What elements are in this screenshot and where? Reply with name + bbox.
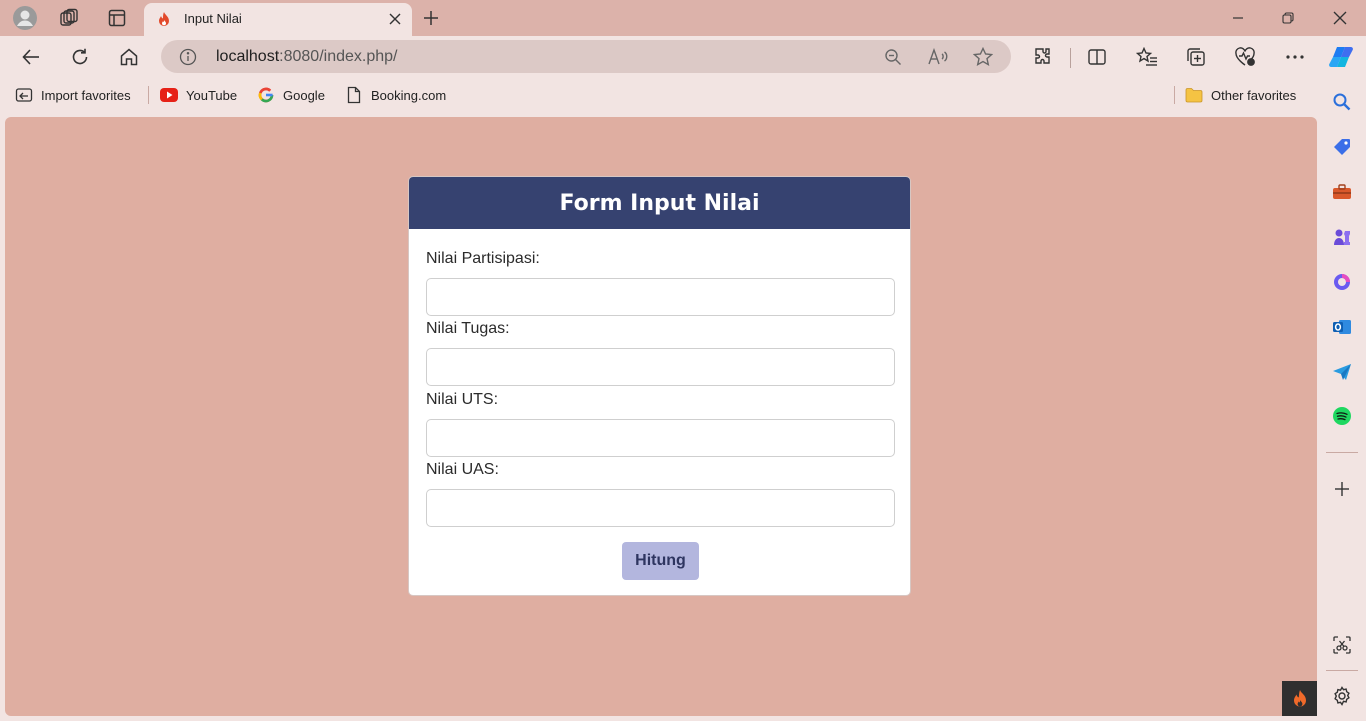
spotify-icon[interactable] bbox=[1330, 404, 1354, 428]
partisipasi-label: Nilai Partisipasi: bbox=[426, 250, 540, 267]
read-aloud-icon[interactable] bbox=[928, 47, 948, 67]
workspaces-icon[interactable] bbox=[53, 4, 85, 32]
zoom-out-icon[interactable] bbox=[883, 47, 903, 67]
bookmark-booking[interactable]: Booking.com bbox=[345, 85, 446, 105]
browser-title-bar: Input Nilai bbox=[0, 0, 1366, 36]
bookmark-other-favorites[interactable]: Other favorites bbox=[1185, 85, 1296, 105]
bookmarks-bar: Import favorites YouTube Google Booking.… bbox=[0, 78, 1318, 112]
shopping-tag-icon[interactable] bbox=[1330, 135, 1354, 159]
outlook-icon[interactable] bbox=[1330, 315, 1354, 339]
tugas-input[interactable] bbox=[426, 348, 895, 386]
tugas-label: Nilai Tugas: bbox=[426, 320, 510, 337]
new-tab-icon[interactable] bbox=[416, 4, 446, 32]
flame-favicon-icon bbox=[156, 11, 172, 27]
address-bar[interactable]: localhost:8080/index.php/ bbox=[161, 40, 1011, 73]
settings-gear-icon[interactable] bbox=[1330, 684, 1354, 708]
bookmark-google[interactable]: Google bbox=[257, 85, 325, 105]
tools-briefcase-icon[interactable] bbox=[1330, 180, 1354, 204]
bookmark-youtube[interactable]: YouTube bbox=[160, 85, 237, 105]
youtube-icon bbox=[160, 86, 178, 104]
games-chess-icon[interactable] bbox=[1330, 225, 1354, 249]
address-url[interactable]: localhost:8080/index.php/ bbox=[216, 48, 397, 66]
vertical-tabs-icon[interactable] bbox=[101, 4, 133, 32]
page-icon bbox=[345, 86, 363, 104]
folder-icon bbox=[1185, 86, 1203, 104]
bookmark-label: Other favorites bbox=[1211, 87, 1297, 103]
screenshot-tool-icon[interactable] bbox=[1330, 633, 1354, 657]
browser-essentials-icon[interactable] bbox=[1233, 45, 1257, 69]
uts-input[interactable] bbox=[426, 419, 895, 457]
toolbar-divider bbox=[1070, 48, 1071, 68]
url-host: localhost bbox=[216, 48, 280, 65]
tab-title: Input Nilai bbox=[184, 11, 242, 26]
more-options-icon[interactable] bbox=[1283, 45, 1307, 69]
collections-icon[interactable] bbox=[1184, 45, 1208, 69]
favorite-star-icon[interactable] bbox=[973, 47, 993, 67]
url-path: :8080/index.php/ bbox=[279, 48, 398, 65]
bookmark-divider bbox=[1174, 86, 1175, 104]
site-info-icon[interactable] bbox=[179, 48, 197, 66]
bookmark-divider bbox=[148, 86, 149, 104]
active-tab[interactable]: Input Nilai bbox=[144, 3, 412, 36]
search-icon[interactable] bbox=[1330, 90, 1354, 114]
microsoft-365-icon[interactable] bbox=[1330, 270, 1354, 294]
bookmark-import-favorites[interactable]: Import favorites bbox=[15, 85, 131, 105]
refresh-icon[interactable] bbox=[64, 41, 96, 73]
partisipasi-input[interactable] bbox=[426, 278, 895, 316]
close-window-icon[interactable] bbox=[1317, 4, 1363, 32]
google-icon bbox=[257, 86, 275, 104]
bookmark-label: Import favorites bbox=[41, 87, 131, 103]
form-card: Form Input Nilai Nilai Partisipasi: Nila… bbox=[408, 176, 911, 596]
devtools-flame-icon[interactable] bbox=[1282, 681, 1317, 716]
edge-sidebar bbox=[1318, 78, 1366, 721]
bookmark-label: Google bbox=[283, 87, 325, 103]
minimize-icon[interactable] bbox=[1215, 4, 1261, 32]
send-telegram-icon[interactable] bbox=[1330, 360, 1354, 384]
back-arrow-icon[interactable] bbox=[15, 41, 47, 73]
browser-toolbar: localhost:8080/index.php/ bbox=[0, 36, 1366, 78]
add-sidebar-app-icon[interactable] bbox=[1330, 477, 1354, 501]
uas-label: Nilai UAS: bbox=[426, 461, 499, 478]
uts-label: Nilai UTS: bbox=[426, 391, 499, 408]
sidebar-divider bbox=[1326, 452, 1358, 453]
hitung-button[interactable]: Hitung bbox=[622, 542, 699, 580]
sidebar-divider bbox=[1326, 670, 1358, 671]
extensions-icon[interactable] bbox=[1031, 45, 1055, 69]
bookmark-label: YouTube bbox=[186, 87, 238, 103]
import-favorites-icon bbox=[15, 86, 33, 104]
close-tab-icon[interactable] bbox=[386, 10, 404, 28]
split-screen-icon[interactable] bbox=[1085, 45, 1109, 69]
profile-avatar-icon[interactable] bbox=[9, 4, 41, 32]
copilot-icon[interactable] bbox=[1327, 43, 1355, 71]
form-title: Form Input Nilai bbox=[409, 177, 910, 229]
home-icon[interactable] bbox=[113, 41, 145, 73]
uas-input[interactable] bbox=[426, 489, 895, 527]
page-viewport: Form Input Nilai Nilai Partisipasi: Nila… bbox=[5, 117, 1317, 716]
restore-icon[interactable] bbox=[1265, 4, 1311, 32]
bookmark-label: Booking.com bbox=[371, 87, 447, 103]
favorites-list-icon[interactable] bbox=[1135, 45, 1159, 69]
